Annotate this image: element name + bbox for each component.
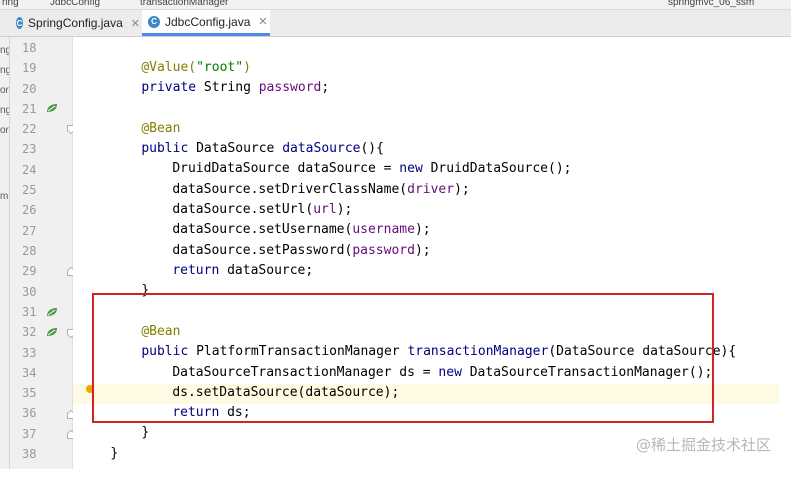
project-panel-edge: ng ng or ng or m [0, 37, 10, 469]
code-text: ); [454, 182, 470, 197]
code-text: } [110, 446, 119, 461]
line-number: 20 [22, 82, 37, 96]
panel-text: or [0, 125, 9, 136]
line-number: 21 [22, 102, 37, 116]
panel-text: ng [0, 65, 9, 76]
code-line-23: DruidDataSource dataSource = new DruidDa… [141, 139, 571, 176]
code-text: } [141, 425, 150, 440]
line-number: 30 [22, 285, 37, 299]
code-line-19: private String password; [110, 58, 329, 95]
breadcrumb-item[interactable]: ring [2, 0, 19, 8]
panel-text: ng [0, 105, 9, 116]
watermark: @稀土掘金技术社区 [636, 436, 772, 454]
code-text: String [196, 80, 259, 95]
editor-tab-bar: C SpringConfig.java ✕ C JdbcConfig.java … [0, 10, 791, 37]
code-line-26: dataSource.setUsername(username); [141, 200, 430, 237]
line-number: 18 [22, 41, 37, 55]
close-icon[interactable]: ✕ [131, 17, 140, 30]
line-number: 36 [22, 406, 37, 420]
line-number: 26 [22, 203, 37, 217]
code-line-22: public DataSource dataSource(){ [110, 119, 384, 156]
breadcrumb: ring JdbcConfig transactionManager sprin… [0, 0, 791, 10]
line-number: 38 [22, 447, 37, 461]
panel-text: m [0, 191, 9, 202]
line-number: 23 [22, 142, 37, 156]
tab-label: SpringConfig.java [28, 16, 123, 30]
keyword: return [172, 263, 220, 278]
line-number: 32 [22, 325, 37, 339]
field-name: driver [407, 182, 455, 197]
keyword: private [141, 80, 197, 95]
annotation-highlight-box [92, 293, 714, 423]
line-number: 28 [22, 244, 37, 258]
spring-bean-icon[interactable] [46, 307, 58, 317]
line-number: 25 [22, 183, 37, 197]
code-text: ); [414, 243, 431, 258]
line-number: 33 [22, 346, 37, 360]
code-line-37: } [79, 424, 118, 461]
line-number: 27 [22, 224, 37, 238]
code-line-28: return dataSource; [141, 241, 313, 278]
tab-label: JdbcConfig.java [165, 14, 251, 29]
code-text: dataSource; [219, 263, 314, 278]
editor-scrollbar[interactable] [779, 37, 791, 469]
breadcrumb-item[interactable]: transactionManager [140, 0, 228, 8]
line-number: 35 [22, 386, 37, 400]
code-line-18: @Value("root") [110, 38, 251, 75]
java-class-icon: C [148, 15, 160, 28]
line-number: 29 [22, 264, 37, 278]
breadcrumb-item[interactable]: JdbcConfig [50, 0, 100, 8]
line-number: 37 [22, 427, 37, 441]
panel-text: ng [0, 45, 9, 56]
line-number: 24 [22, 163, 37, 177]
code-line-29: } [110, 261, 149, 298]
line-number: 19 [22, 61, 37, 75]
code-line-25: dataSource.setUrl(url); [141, 180, 352, 217]
java-class-icon: C [16, 17, 24, 29]
line-gutter: 18 19 20 21 22 23 24 25 26 27 28 29 30 3… [10, 37, 75, 469]
tab-springconfig[interactable]: C SpringConfig.java ✕ [8, 10, 140, 36]
line-number: 22 [22, 122, 37, 136]
tab-jdbcconfig[interactable]: C JdbcConfig.java ✕ [142, 10, 270, 36]
project-name[interactable]: springmvc_06_ssm [668, 0, 754, 8]
line-number: 31 [22, 305, 37, 319]
code-line-21: @Bean [110, 99, 180, 136]
code-line-27: dataSource.setPassword(password); [141, 221, 430, 258]
field-name: password [352, 243, 415, 258]
code-line-24: dataSource.setDriverClassName(driver); [141, 160, 469, 197]
spring-bean-icon[interactable] [46, 327, 58, 337]
code-text: ; [321, 80, 330, 95]
spring-bean-icon[interactable] [46, 103, 58, 113]
field-name: password [258, 80, 322, 95]
close-icon[interactable]: ✕ [258, 15, 267, 28]
line-number: 34 [22, 366, 37, 380]
panel-text: or [0, 85, 9, 96]
